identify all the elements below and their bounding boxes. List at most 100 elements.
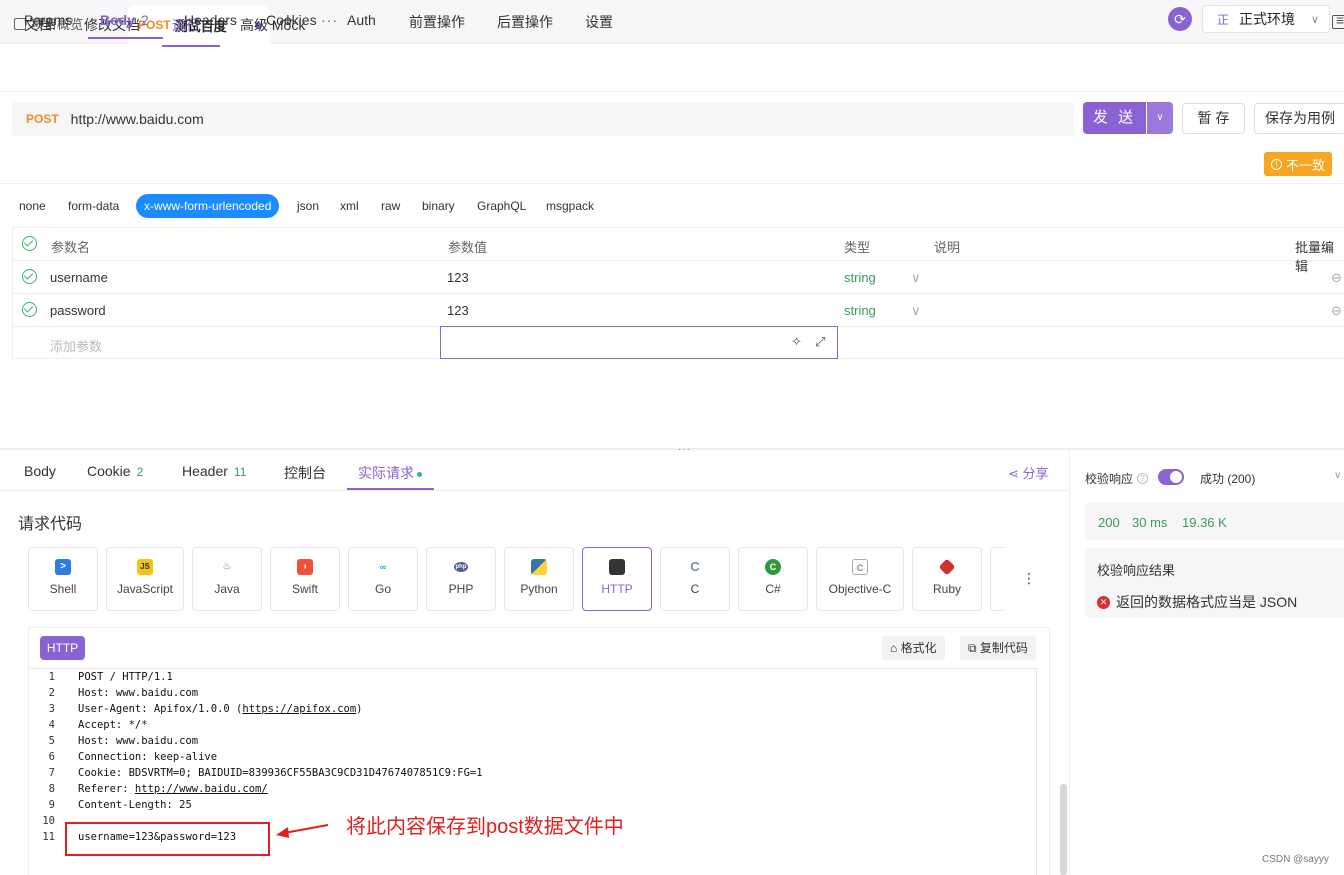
param-value[interactable]: 123 — [447, 270, 469, 285]
request-tabs — [0, 144, 1344, 184]
chevron-down-icon[interactable]: ∨ — [911, 303, 921, 319]
code-scrollbar[interactable] — [1060, 784, 1067, 875]
referer-link[interactable]: http://www.baidu.com/ — [135, 783, 268, 795]
help-icon[interactable]: ? — [1137, 473, 1149, 484]
lang-more-card[interactable] — [990, 547, 1004, 611]
lang-java[interactable]: ♨ Java — [192, 547, 262, 611]
inconsistent-badge[interactable]: ! 不一致 — [1264, 152, 1332, 176]
remove-row-icon[interactable]: ⊖ — [1331, 270, 1342, 286]
more-languages-icon[interactable]: ⋮ — [1022, 570, 1036, 587]
warning-icon: ! — [1270, 158, 1282, 170]
more-tabs-icon[interactable]: ··· — [321, 12, 338, 28]
format-button[interactable]: ⌂ 格式化 — [882, 636, 945, 660]
body-type-binary[interactable]: binary — [422, 199, 455, 213]
copy-icon: ⧉ — [968, 641, 977, 655]
ruby-icon — [938, 558, 956, 576]
resp-tab-actual-request[interactable]: 实际请求 — [358, 463, 422, 483]
response-tabs — [0, 451, 1068, 491]
lang-c[interactable]: CC — [660, 547, 730, 611]
share-button[interactable]: ⋖ 分享 — [1008, 463, 1049, 482]
body-type-raw[interactable]: raw — [381, 199, 400, 213]
validate-toggle[interactable] — [1158, 469, 1184, 485]
lang-label: Python — [520, 582, 558, 596]
copy-code-button[interactable]: ⧉ 复制代码 — [960, 636, 1036, 660]
param-type[interactable]: string — [844, 303, 876, 318]
shell-icon: > — [55, 559, 71, 575]
chevron-down-icon[interactable]: ∨ — [911, 270, 921, 286]
body-type-none[interactable]: none — [19, 199, 46, 213]
send-button[interactable]: 发 送 — [1083, 102, 1146, 134]
lang-python[interactable]: Python — [504, 547, 574, 611]
tab-body[interactable]: Body 2 — [100, 12, 149, 28]
lang-ruby[interactable]: Ruby — [912, 547, 982, 611]
save-as-case-button[interactable]: 保存为用例 — [1254, 103, 1344, 134]
save-temp-button[interactable]: 暂 存 — [1182, 103, 1245, 134]
request-method[interactable]: POST — [26, 112, 59, 126]
panel-toggle-icon[interactable] — [1332, 15, 1344, 29]
environment-select[interactable]: 正 正式环境 ∨ — [1202, 5, 1330, 33]
param-value-input[interactable]: ✧ ⤢ — [440, 326, 838, 359]
resp-tab-console[interactable]: 控制台 — [284, 463, 326, 483]
lang-http[interactable]: HTTP — [582, 547, 652, 611]
lang-shell[interactable]: > Shell — [28, 547, 98, 611]
tab-params[interactable]: Params — [24, 12, 72, 28]
url-bar[interactable]: POST http://www.baidu.com — [12, 102, 1074, 136]
tab-pre-ops[interactable]: 前置操作 — [409, 12, 465, 32]
tab-post-ops[interactable]: 后置操作 — [497, 12, 553, 32]
add-param-placeholder[interactable]: 添加参数 — [50, 336, 102, 355]
lang-label: Java — [214, 582, 240, 596]
lang-label: JavaScript — [116, 582, 174, 596]
row-check-icon[interactable] — [22, 302, 37, 317]
param-name[interactable]: username — [50, 270, 108, 285]
tab-cookies[interactable]: Cookies — [266, 12, 317, 28]
tab-auth[interactable]: Auth — [347, 12, 376, 28]
request-code-title: 请求代码 — [18, 516, 83, 533]
resp-tab-header[interactable]: Header 11 — [182, 463, 246, 479]
body-type-graphql[interactable]: GraphQL — [477, 199, 526, 213]
go-icon: ∞ — [375, 559, 391, 575]
param-name[interactable]: password — [50, 303, 106, 318]
body-type-urlencoded[interactable]: x-www-form-urlencoded — [136, 194, 280, 218]
lang-label: Swift — [291, 582, 318, 596]
lang-objective-c[interactable]: C Objective-C — [816, 547, 904, 611]
validate-status[interactable]: 成功 (200) — [1200, 470, 1255, 487]
table-row: password 123 string ∨ ⊖ — [13, 294, 1344, 327]
lang-javascript[interactable]: JS JavaScript — [106, 547, 184, 611]
send-dropdown-icon[interactable]: ∨ — [1147, 102, 1173, 134]
format-label: 格式化 — [900, 641, 937, 655]
remove-row-icon[interactable]: ⊖ — [1331, 303, 1342, 319]
body-type-json[interactable]: json — [297, 199, 319, 213]
chevron-down-icon[interactable]: ∨ — [1334, 470, 1341, 481]
resp-tab-underline — [347, 488, 434, 490]
lang-go[interactable]: ∞ Go — [348, 547, 418, 611]
tab-headers[interactable]: Headers — [184, 12, 237, 28]
tab-settings[interactable]: 设置 — [585, 12, 613, 32]
body-type-form-data[interactable]: form-data — [68, 199, 119, 213]
sync-icon[interactable]: ⟳ — [1168, 7, 1192, 31]
lang-label: Objective-C — [828, 582, 892, 596]
param-type[interactable]: string — [844, 270, 876, 285]
lang-csharp[interactable]: C C# — [738, 547, 808, 611]
param-value[interactable]: 123 — [447, 303, 469, 318]
tab-run-underline — [162, 45, 220, 47]
lang-label: Go — [374, 582, 391, 596]
lang-swift[interactable]: › Swift — [270, 547, 340, 611]
status-code: 200 — [1098, 515, 1120, 530]
c-icon: C — [687, 559, 703, 575]
resp-tab-cookie[interactable]: Cookie 2 — [87, 463, 143, 479]
http-icon — [609, 559, 625, 575]
row-check-icon[interactable] — [22, 269, 37, 284]
highlight-box — [65, 822, 270, 856]
url-input[interactable]: http://www.baidu.com — [71, 111, 204, 127]
arrow-icon — [276, 824, 329, 838]
pane-splitter[interactable] — [0, 448, 1344, 450]
apifox-link[interactable]: https://apifox.com — [242, 703, 356, 715]
body-type-xml[interactable]: xml — [340, 199, 359, 213]
magic-wand-icon[interactable]: ✧ — [791, 334, 802, 350]
check-all-icon[interactable] — [22, 236, 37, 251]
resp-tab-body[interactable]: Body — [24, 463, 56, 479]
body-type-msgpack[interactable]: msgpack — [546, 199, 594, 213]
expand-icon[interactable]: ⤢ — [815, 334, 825, 350]
col-desc: 说明 — [934, 240, 961, 255]
lang-php[interactable]: php PHP — [426, 547, 496, 611]
